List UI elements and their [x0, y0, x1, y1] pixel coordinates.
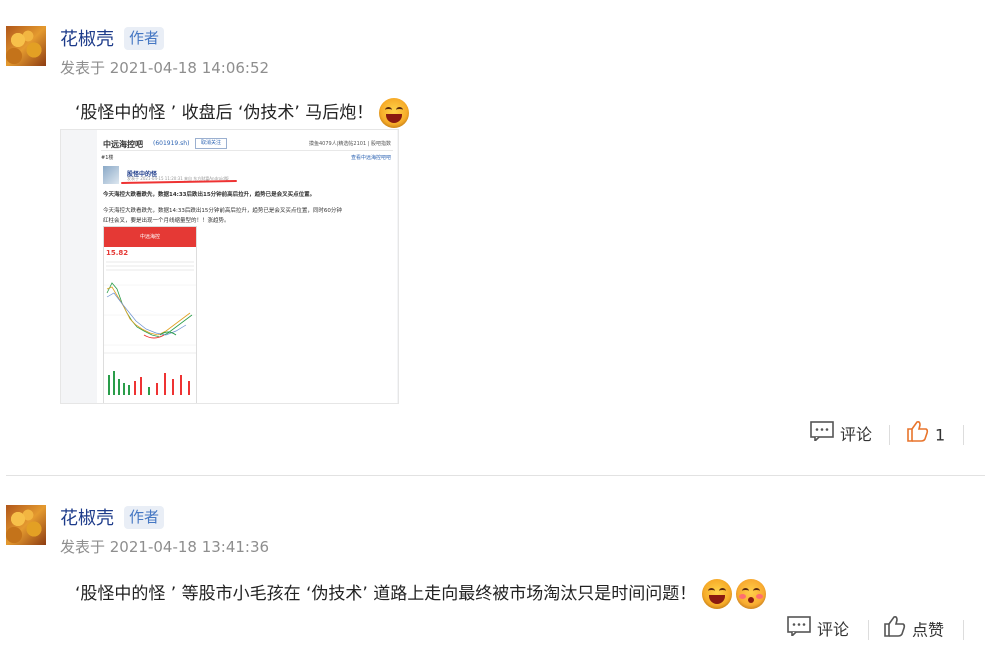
post-time: 发表于 2021-04-18 13:41:36: [60, 538, 270, 556]
image-line: 红柱会叉，要是出现一个月线缩量型的！！涨趋势。: [103, 218, 230, 224]
comment-button[interactable]: 评论: [810, 420, 872, 451]
post-text: ‘股怪中的怪 ’ 等股市小毛孩在 ‘伪技术’ 道路上走向最终被市场淘汰只是时间问…: [75, 584, 697, 604]
post-time: 发表于 2021-04-18 14:06:52: [60, 59, 270, 77]
author-name[interactable]: 花椒壳: [60, 28, 114, 52]
comment-button[interactable]: 评论: [787, 615, 849, 646]
phone-header: 中远海控: [104, 227, 196, 247]
comment-post: 花椒壳 作者 发表于 2021-04-18 14:06:52 ‘股怪中的怪 ’ …: [0, 0, 985, 476]
forum-stats: 摸鱼4079人|精选帖2101 | 股吧指数: [309, 141, 391, 147]
forum-link: 查看中远海控吧吧: [350, 155, 391, 161]
author-badge: 作者: [124, 506, 165, 529]
action-separator: [963, 620, 964, 640]
avatar[interactable]: [6, 505, 46, 545]
thumbs-up-icon: [884, 615, 906, 647]
phone-screenshot: 中远海控 15.82: [103, 226, 197, 403]
image-line: 今天海控大跌看跌先，数据14:33后跌出15分钟前高后拉升，趋势已是会叉买点位置…: [103, 208, 342, 214]
laughing-face-icon: [702, 579, 733, 609]
phone-price: 15.82: [106, 249, 129, 257]
post-image[interactable]: 中远海控吧 (601919.sh) 取消关注 摸鱼4079人|精选帖2101 |…: [60, 129, 399, 404]
phone-quote-rows: [106, 259, 194, 271]
stock-chart: [104, 282, 196, 395]
like-button[interactable]: 1: [907, 420, 945, 452]
action-separator: [889, 425, 890, 445]
image-avatar: [103, 166, 119, 184]
image-content: 中远海控吧 (601919.sh) 取消关注 摸鱼4079人|精选帖2101 |…: [97, 130, 397, 403]
comment-icon: [810, 420, 834, 451]
comment-post: 花椒壳 作者 发表于 2021-04-18 13:41:36 ‘股怪中的怪 ’ …: [0, 476, 985, 652]
like-button[interactable]: 点赞: [884, 615, 944, 647]
forum-title: 中远海控吧: [103, 140, 143, 149]
stock-code: (601919.sh): [153, 140, 190, 147]
image-line: 今天海控大跌看跌先，数据14:33后跌出15分钟前高后拉升，趋势已是会叉买点位置…: [103, 192, 316, 198]
unfollow-button: 取消关注: [195, 138, 227, 149]
divider: [101, 150, 393, 151]
action-separator: [963, 425, 964, 445]
laughing-face-icon: [379, 98, 410, 128]
author-name[interactable]: 花椒壳: [60, 507, 114, 531]
blushing-face-icon: [736, 579, 767, 609]
post-text: ‘股怪中的怪 ’ 收盘后 ‘伪技术’ 马后炮！: [75, 103, 374, 123]
thumbs-up-icon: [907, 420, 929, 452]
post-content: ‘股怪中的怪 ’ 等股市小毛孩在 ‘伪技术’ 道路上走向最终被市场淘汰只是时间问…: [75, 579, 767, 609]
avatar[interactable]: [6, 26, 46, 66]
action-separator: [868, 620, 869, 640]
comment-icon: [787, 615, 811, 646]
author-badge: 作者: [124, 27, 165, 50]
floor-label: #1楼: [101, 155, 114, 161]
like-label: 点赞: [912, 620, 945, 640]
post-content: ‘股怪中的怪 ’ 收盘后 ‘伪技术’ 马后炮！: [75, 98, 410, 128]
comment-label: 评论: [840, 425, 873, 444]
comment-label: 评论: [817, 620, 850, 639]
like-count: 1: [935, 425, 946, 445]
